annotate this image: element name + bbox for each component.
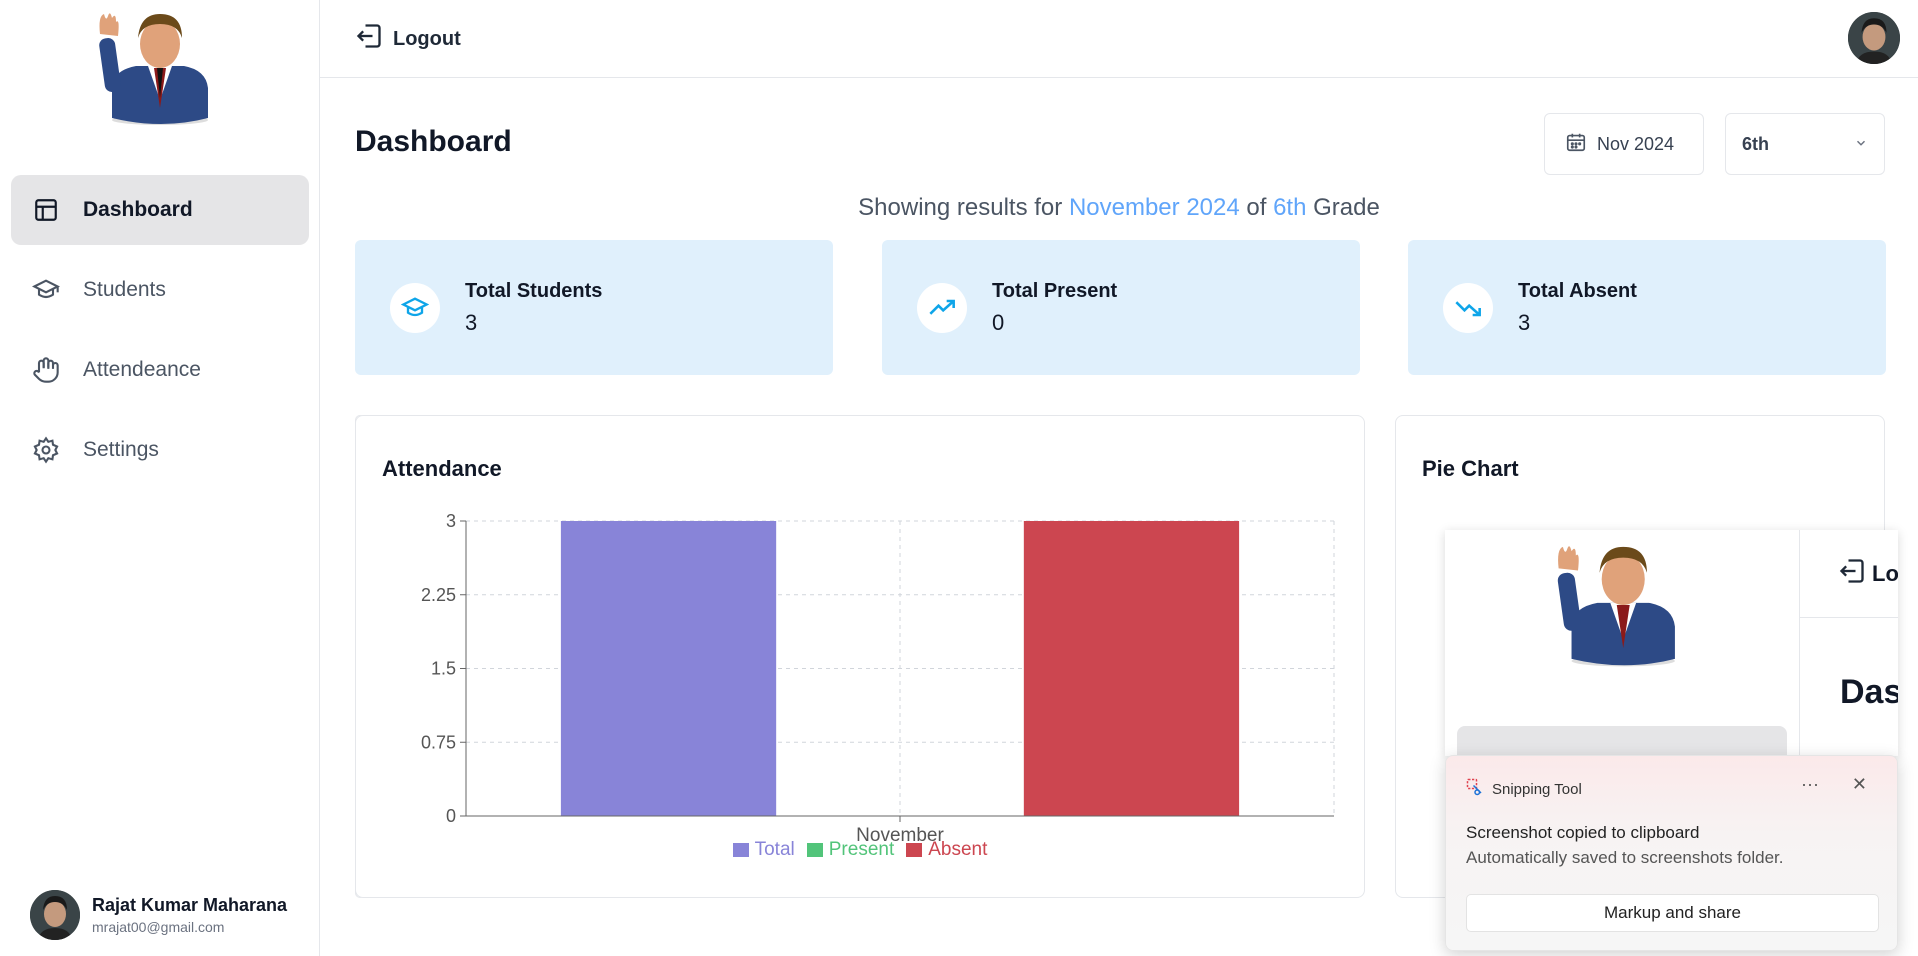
attendance-chart-panel: Attendance 0 0.75 1.5 2.25 3 November Total P… bbox=[355, 415, 1365, 898]
sidebar-item-label: Settings bbox=[83, 438, 159, 461]
trending-down-icon bbox=[1443, 283, 1493, 333]
attendance-bar-chart: 00.751.52.253November bbox=[421, 511, 1335, 846]
legend-item-total[interactable]: Total bbox=[732, 839, 795, 861]
legend-label: Present bbox=[828, 839, 895, 860]
scissors-icon bbox=[1466, 778, 1484, 800]
total-present-card: Total Present 0 bbox=[882, 240, 1360, 375]
card-value: 3 bbox=[1518, 310, 1531, 335]
close-icon[interactable]: ✕ bbox=[1852, 774, 1867, 795]
logout-label: Logout bbox=[393, 27, 461, 50]
more-options-icon[interactable]: ··· bbox=[1801, 774, 1819, 795]
toast-app-name: Snipping Tool bbox=[1492, 780, 1582, 798]
y-tick-label: 3 bbox=[446, 511, 456, 531]
toast-app-header: Snipping Tool bbox=[1466, 778, 1582, 800]
user-name: Rajat Kumar Maharana bbox=[92, 895, 288, 915]
summary-month: November 2024 bbox=[1068, 194, 1240, 221]
logout-icon bbox=[355, 22, 383, 56]
grade-select-value: 6th bbox=[1742, 133, 1769, 154]
toast-subtitle: Automatically saved to screenshots folde… bbox=[1466, 848, 1784, 867]
calendar-icon bbox=[1565, 131, 1587, 158]
results-summary: Showing results for November 2024 of 6th… bbox=[320, 194, 1918, 222]
toast-title: Screenshot copied to clipboard bbox=[1466, 823, 1700, 842]
sidebar-item-students[interactable]: Students bbox=[11, 255, 309, 325]
total-absent-card: Total Absent 3 bbox=[1408, 240, 1886, 375]
summary-prefix: Showing results for bbox=[858, 194, 1063, 221]
sidebar-item-settings[interactable]: Settings bbox=[11, 415, 309, 485]
legend-swatch bbox=[732, 843, 749, 857]
month-picker-button[interactable]: Nov 2024 bbox=[1544, 113, 1704, 175]
card-label: Total Present bbox=[992, 280, 1118, 302]
card-value: 3 bbox=[465, 310, 478, 335]
markup-and-share-button[interactable]: Markup and share bbox=[1466, 894, 1879, 932]
sidebar: Dashboard Students Attendeance Settings bbox=[0, 0, 320, 956]
user-profile[interactable]: Rajat Kumar Maharana mrajat00@gmail.com bbox=[30, 890, 287, 940]
legend-label: Absent bbox=[928, 839, 988, 860]
graduation-cap-icon bbox=[31, 275, 61, 305]
gear-icon bbox=[31, 435, 61, 465]
sidebar-item-dashboard[interactable]: Dashboard bbox=[11, 175, 309, 245]
chevron-down-icon bbox=[1854, 134, 1868, 155]
sidebar-item-label: Attendeance bbox=[83, 358, 201, 381]
summary-of: of bbox=[1246, 194, 1267, 221]
card-label: Total Absent bbox=[1518, 280, 1637, 302]
preview-sidebar bbox=[1445, 530, 1800, 756]
sidebar-nav: Dashboard Students Attendeance Settings bbox=[11, 175, 309, 495]
snipping-tool-notification: Snipping Tool ··· ✕ Screenshot copied to… bbox=[1445, 755, 1898, 951]
bar-absent bbox=[1023, 521, 1240, 816]
pie-chart-title: Pie Chart bbox=[1422, 456, 1519, 481]
sidebar-item-label: Students bbox=[83, 278, 166, 301]
preview-mascot-logo bbox=[1557, 546, 1675, 670]
legend-label: Total bbox=[754, 839, 795, 860]
legend-item-present[interactable]: Present bbox=[806, 839, 895, 861]
avatar bbox=[30, 890, 80, 940]
logout-button[interactable]: Logout bbox=[355, 22, 461, 56]
screenshot-preview[interactable]: Lo Das bbox=[1445, 530, 1898, 756]
legend-item-absent[interactable]: Absent bbox=[906, 839, 987, 861]
total-students-card: Total Students 3 bbox=[355, 240, 833, 375]
y-tick-label: 0 bbox=[446, 806, 456, 826]
summary-suffix: Grade bbox=[1313, 194, 1380, 221]
y-tick-label: 0.75 bbox=[421, 732, 456, 752]
hand-icon bbox=[31, 355, 61, 385]
layout-icon bbox=[31, 195, 61, 225]
user-email: mrajat00@gmail.com bbox=[92, 919, 225, 935]
preview-header: Lo bbox=[1800, 530, 1898, 618]
summary-grade: 6th bbox=[1273, 194, 1307, 221]
sidebar-item-attendance[interactable]: Attendeance bbox=[11, 335, 309, 405]
top-header: Logout bbox=[320, 0, 1918, 78]
y-tick-label: 1.5 bbox=[431, 659, 456, 679]
chart-legend: Total Present Absent bbox=[356, 839, 1364, 861]
preview-logout-label: Lo bbox=[1872, 560, 1898, 586]
sidebar-item-label: Dashboard bbox=[83, 198, 193, 221]
trending-up-icon bbox=[917, 283, 967, 333]
grade-select[interactable]: 6th bbox=[1725, 113, 1885, 175]
y-tick-label: 2.25 bbox=[421, 585, 456, 605]
month-picker-label: Nov 2024 bbox=[1597, 133, 1675, 154]
card-value: 0 bbox=[992, 310, 1005, 335]
mascot-logo bbox=[92, 8, 222, 128]
preview-page-title: Das bbox=[1840, 673, 1898, 711]
legend-swatch bbox=[906, 843, 923, 857]
bar-total bbox=[560, 521, 777, 816]
graduation-cap-icon bbox=[390, 283, 440, 333]
card-label: Total Students bbox=[465, 280, 603, 302]
header-avatar[interactable] bbox=[1848, 12, 1900, 64]
page-title: Dashboard bbox=[355, 125, 512, 158]
preview-active-item bbox=[1457, 726, 1787, 756]
legend-swatch bbox=[806, 843, 823, 857]
preview-logout-icon bbox=[1838, 557, 1866, 591]
app: Dashboard Students Attendeance Settings bbox=[0, 0, 1918, 956]
